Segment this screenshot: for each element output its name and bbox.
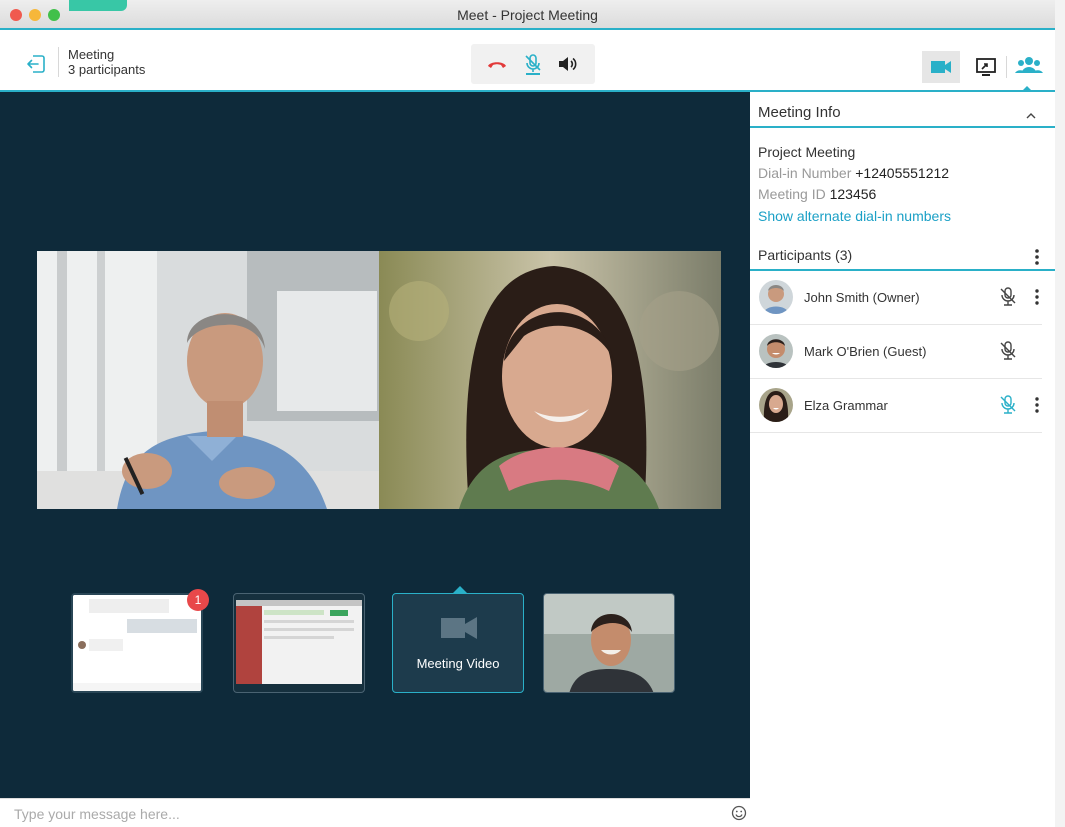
emoji-icon bbox=[731, 805, 747, 821]
speaker-button[interactable] bbox=[555, 52, 579, 76]
collapse-meeting-info-button[interactable] bbox=[1024, 108, 1038, 119]
dial-in-value: +12405551212 bbox=[855, 165, 950, 181]
microphone-icon bbox=[525, 54, 541, 75]
screen-share-thumbnail[interactable] bbox=[233, 593, 365, 693]
meeting-id-label: Meeting ID bbox=[758, 186, 826, 202]
avatar bbox=[759, 388, 793, 422]
screen-share-button[interactable] bbox=[972, 53, 1000, 81]
avatar bbox=[759, 334, 793, 368]
participants-heading: Participants (3) bbox=[758, 247, 853, 263]
participant-name: John Smith (Owner) bbox=[804, 290, 920, 305]
meeting-video-thumbnail[interactable]: Meeting Video bbox=[392, 593, 524, 693]
video-camera-icon bbox=[931, 61, 951, 73]
video-toggle-button[interactable] bbox=[922, 51, 960, 83]
participant-row[interactable]: John Smith (Owner) bbox=[750, 271, 1042, 325]
hang-up-button[interactable] bbox=[485, 52, 509, 76]
toolbar-divider bbox=[58, 47, 59, 77]
participants-panel-button[interactable] bbox=[1012, 50, 1046, 82]
more-vertical-icon bbox=[1035, 289, 1039, 305]
participant-camera-thumbnail[interactable] bbox=[543, 593, 675, 693]
section-divider bbox=[750, 126, 1055, 128]
chat-thumbnail[interactable] bbox=[71, 593, 203, 693]
participant-menu-button[interactable] bbox=[1033, 287, 1041, 307]
hang-up-icon bbox=[488, 62, 506, 68]
main-video-grid bbox=[37, 251, 721, 509]
meeting-info-heading: Meeting Info bbox=[758, 104, 841, 121]
chat-preview bbox=[73, 595, 201, 691]
alternate-dial-in-link[interactable]: Show alternate dial-in numbers bbox=[758, 208, 951, 224]
meeting-toolbar: Meeting 3 participants bbox=[0, 30, 1055, 92]
participant-mic-status[interactable] bbox=[998, 286, 1018, 308]
participants-icon bbox=[1015, 57, 1043, 73]
participant-row[interactable]: Elza Grammar bbox=[750, 379, 1042, 433]
mute-microphone-button[interactable] bbox=[521, 52, 545, 76]
window-edge bbox=[1055, 0, 1065, 827]
participant-mic-status[interactable] bbox=[998, 340, 1018, 362]
meeting-label: Meeting bbox=[68, 47, 115, 62]
participant-count: 3 participants bbox=[68, 62, 146, 77]
call-controls bbox=[471, 44, 595, 84]
participant-name: Mark O'Brien (Guest) bbox=[804, 344, 927, 359]
meeting-video-label: Meeting Video bbox=[416, 656, 500, 671]
screen-share-icon bbox=[976, 58, 996, 76]
active-thumbnail-indicator bbox=[453, 586, 467, 593]
participant-mic-status[interactable] bbox=[998, 394, 1018, 416]
meeting-name: Project Meeting bbox=[758, 144, 856, 160]
participants-menu-button[interactable] bbox=[1032, 247, 1042, 267]
meeting-id: Meeting ID 123456 bbox=[758, 186, 876, 202]
speaker-icon bbox=[559, 57, 577, 71]
microphone-muted-icon bbox=[1000, 341, 1016, 360]
microphone-active-icon bbox=[1000, 395, 1016, 414]
participant-video-man bbox=[37, 251, 379, 509]
message-bar bbox=[0, 798, 750, 827]
dial-in-label: Dial-in Number bbox=[758, 165, 852, 181]
unread-badge: 1 bbox=[187, 589, 209, 611]
exit-icon bbox=[27, 55, 45, 73]
shared-screen-preview bbox=[236, 600, 362, 684]
window-title: Meet - Project Meeting bbox=[457, 7, 598, 23]
dial-in-number: Dial-in Number +12405551212 bbox=[758, 165, 949, 181]
video-tile-john-smith[interactable] bbox=[37, 251, 379, 509]
emoji-button[interactable] bbox=[731, 805, 747, 821]
participant-name: Elza Grammar bbox=[804, 398, 888, 413]
side-panel: Meeting Info Project Meeting Dial-in Num… bbox=[750, 92, 1055, 827]
more-vertical-icon bbox=[1035, 397, 1039, 413]
participant-video-woman bbox=[379, 251, 721, 509]
exit-meeting-button[interactable] bbox=[25, 53, 47, 75]
more-vertical-icon bbox=[1035, 249, 1039, 265]
title-bar: Meet - Project Meeting bbox=[0, 0, 1055, 30]
avatar bbox=[759, 280, 793, 314]
participant-row[interactable]: Mark O'Brien (Guest) bbox=[750, 325, 1042, 379]
microphone-muted-icon bbox=[1000, 287, 1016, 306]
meeting-id-value: 123456 bbox=[829, 186, 877, 202]
message-input[interactable] bbox=[12, 803, 716, 825]
participant-menu-button[interactable] bbox=[1033, 395, 1041, 415]
participant-video-mark bbox=[544, 594, 674, 692]
video-tile-elza-grammar[interactable] bbox=[379, 251, 721, 509]
video-camera-icon bbox=[441, 617, 477, 639]
toolbar-divider bbox=[1006, 56, 1007, 78]
chevron-up-icon bbox=[1026, 113, 1036, 119]
